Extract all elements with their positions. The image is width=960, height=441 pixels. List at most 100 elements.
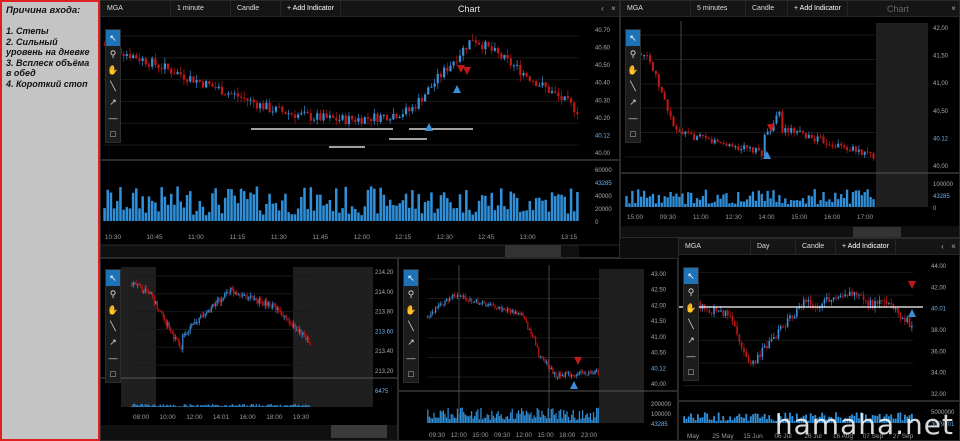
volume-bar (508, 418, 510, 423)
chart-panel-bottom-middle[interactable]: 43.00 42.50 42.00 41.50 41.00 40.50 40.12 40.00… (398, 258, 678, 441)
hline-icon[interactable]: — (106, 110, 120, 126)
volume-bar (490, 192, 494, 221)
candle (303, 111, 306, 113)
volume-bar (392, 204, 395, 221)
chart-panel-1min[interactable]: MGA 1 minute Candle + Add Indicator Char… (100, 0, 620, 258)
line-icon[interactable]: ╲ (684, 316, 698, 332)
hand-icon[interactable]: ✋ (404, 302, 418, 318)
navigator-strip[interactable] (621, 226, 960, 238)
candle (188, 330, 190, 334)
volume-bar (725, 193, 728, 207)
candle (819, 136, 822, 138)
line-icon[interactable]: ╲ (106, 318, 120, 334)
candle (547, 86, 550, 94)
candle (809, 299, 812, 305)
note-item: 3. Всплеск объёма в обед (6, 57, 90, 79)
volume-bar (663, 196, 666, 207)
volume-bar (209, 405, 211, 407)
arrow-icon[interactable]: ↗ (106, 94, 120, 110)
hline-icon[interactable]: — (684, 348, 698, 364)
candle (773, 337, 775, 340)
hline-icon[interactable]: — (626, 110, 640, 126)
candle (242, 294, 244, 297)
volume-bar (530, 412, 532, 423)
price-tick-label: 40.30 (595, 98, 611, 104)
zoom-icon[interactable]: ⚲ (106, 286, 120, 302)
chart-panel-5min[interactable]: MGA 5 minutes Candle + Add Indicator Cha… (620, 0, 960, 238)
candle (198, 79, 201, 82)
volume-bar (170, 404, 172, 407)
hand-icon[interactable]: ✋ (626, 62, 640, 78)
volume-bar (275, 405, 277, 407)
hline-icon[interactable]: — (404, 350, 418, 366)
candle (427, 316, 429, 318)
price-volume-plot[interactable]: 42,00 41,50 41,00 40,50 40.12 40,00 100000 4328… (621, 1, 960, 238)
volume-bar (237, 405, 239, 407)
price-volume-plot[interactable]: 43.00 42.50 42.00 41.50 41.00 40.50 40.12 40.00… (399, 259, 678, 441)
zoom-icon[interactable]: ⚲ (684, 284, 698, 300)
volume-bar (442, 192, 446, 221)
cursor-icon[interactable]: ↖ (404, 270, 418, 286)
candle (204, 313, 206, 316)
volume-bar (269, 404, 271, 407)
arrow-icon[interactable]: ↗ (684, 332, 698, 348)
candle (536, 345, 538, 347)
volume-bar (276, 405, 278, 407)
price-tick-label: 40.60 (595, 46, 611, 52)
rect-icon[interactable]: □ (684, 364, 698, 380)
navigator-window[interactable] (505, 245, 561, 258)
line-icon[interactable]: ╲ (626, 78, 640, 94)
candle (784, 128, 787, 133)
volume-bar (648, 196, 652, 207)
candle (446, 67, 449, 72)
rect-icon[interactable]: □ (404, 366, 418, 382)
candle (224, 94, 227, 96)
candle (872, 153, 875, 159)
workspace: Причина входа: 1. Степы 2. Сильный урове… (0, 0, 960, 441)
candle (777, 329, 780, 339)
zoom-icon[interactable]: ⚲ (404, 286, 418, 302)
cursor-icon[interactable]: ↖ (684, 268, 698, 284)
arrow-icon[interactable]: ↗ (404, 334, 418, 350)
arrow-icon[interactable]: ↗ (106, 334, 120, 350)
cursor-icon[interactable]: ↖ (626, 30, 640, 46)
price-volume-plot[interactable]: 40.70 40.60 40.50 40.40 40.30 40.20 40.12 40.00… (101, 1, 620, 258)
zoom-icon[interactable]: ⚲ (626, 46, 640, 62)
hline-icon[interactable]: — (106, 350, 120, 366)
volume-bar (678, 196, 681, 207)
volume-bar (781, 203, 784, 207)
cursor-icon[interactable]: ↖ (106, 30, 120, 46)
rect-icon[interactable]: □ (106, 126, 120, 142)
arrow-icon[interactable]: ↗ (626, 94, 640, 110)
candle (897, 308, 899, 313)
hand-icon[interactable]: ✋ (106, 62, 120, 78)
candle (533, 337, 535, 339)
hand-icon[interactable]: ✋ (106, 302, 120, 318)
rect-icon[interactable]: □ (106, 366, 120, 382)
candle (862, 294, 865, 301)
candle (822, 136, 825, 144)
volume-tick-label: 40000 (595, 194, 612, 200)
hand-icon[interactable]: ✋ (684, 300, 698, 316)
line-icon[interactable]: ╲ (106, 78, 120, 94)
zoom-icon[interactable]: ⚲ (106, 46, 120, 62)
line-icon[interactable]: ╲ (404, 318, 418, 334)
cursor-icon[interactable]: ↖ (106, 270, 120, 286)
volume-bar (344, 186, 348, 221)
rect-icon[interactable]: □ (626, 126, 640, 142)
candle (254, 298, 256, 300)
volume-bar (223, 197, 227, 221)
volume-bar (586, 413, 588, 423)
candle (408, 107, 411, 112)
candle (305, 334, 307, 340)
candle (506, 308, 509, 312)
volume-bar (303, 187, 306, 221)
navigator-window[interactable] (853, 227, 901, 238)
candle (435, 308, 437, 313)
volume-bar (695, 198, 699, 207)
chart-panel-bottom-left[interactable]: 214.20 214.00 213.80 213.60 213.40 213.20 6475… (100, 258, 398, 441)
navigator-window[interactable] (331, 425, 387, 438)
volume-bar (213, 405, 215, 407)
price-volume-plot[interactable]: 214.20 214.00 213.80 213.60 213.40 213.20 6475… (101, 259, 398, 441)
session-shade (121, 267, 156, 407)
